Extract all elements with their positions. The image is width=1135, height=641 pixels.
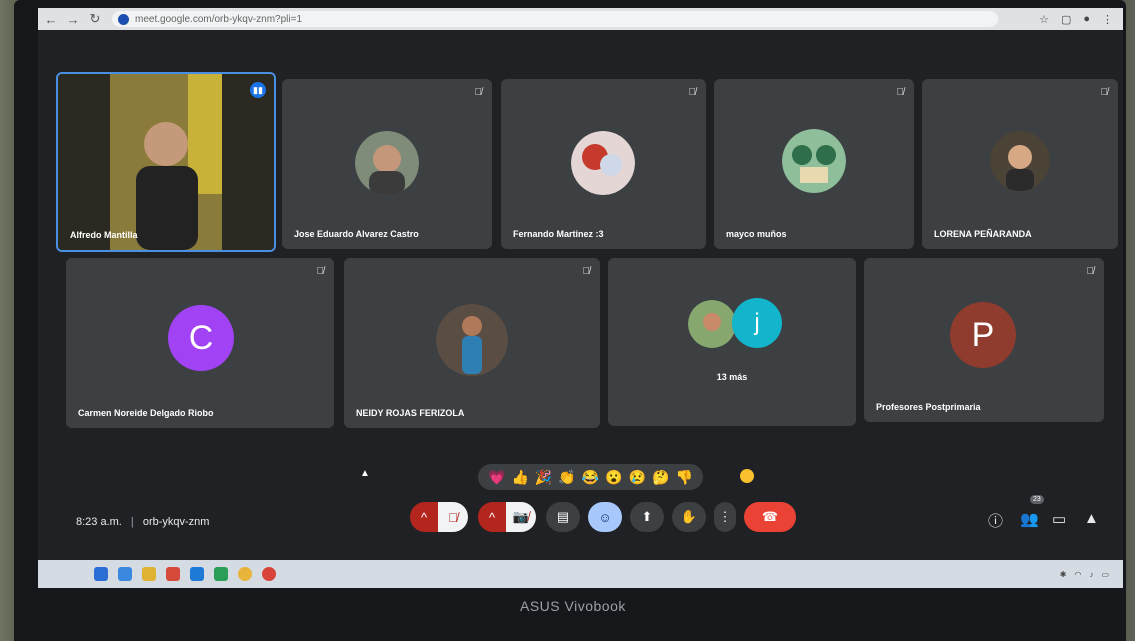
reload-icon[interactable]: ↻ bbox=[86, 10, 104, 28]
reaction-surprised[interactable]: 😮 bbox=[605, 470, 622, 484]
reaction-thinking[interactable]: 🤔 bbox=[652, 470, 669, 484]
participant-tile[interactable]: 🎙̸ LORENA PEÑARANDA bbox=[922, 79, 1118, 249]
reaction-laugh[interactable]: 😂 bbox=[582, 470, 599, 484]
participant-avatar bbox=[688, 300, 736, 348]
more-participants-label: 13 más bbox=[716, 372, 748, 382]
windows-taskbar: ✱ ◠ ♪ ▭ bbox=[38, 560, 1123, 588]
participant-name: mayco muños bbox=[726, 229, 787, 239]
participant-avatar bbox=[782, 129, 846, 193]
meet-stage: ▮▮ Alfredo Mantilla 🎙̸ Jose Eduardo Alva… bbox=[38, 30, 1123, 560]
mic-off-icon: 🎙̸ bbox=[474, 87, 483, 98]
participant-avatar bbox=[355, 131, 419, 195]
mic-off-icon: 🎙̸ bbox=[1100, 87, 1109, 98]
forward-arrow-icon[interactable]: → bbox=[64, 10, 82, 28]
present-screen-button[interactable]: ⬆ bbox=[630, 502, 664, 532]
reactions-button[interactable]: ☺ bbox=[588, 502, 622, 532]
participants-icon[interactable]: 👥 bbox=[1020, 510, 1039, 528]
reactions-bar: 💗 👍 🎉 👏 😂 😮 😢 🤔 👎 bbox=[478, 464, 703, 490]
participant-name: NEIDY ROJAS FERIZOLA bbox=[356, 408, 465, 418]
mic-off-icon: 🎙̸ bbox=[582, 266, 591, 277]
participant-avatar bbox=[571, 131, 635, 195]
back-arrow-icon[interactable]: ← bbox=[42, 10, 60, 28]
speaking-indicator-icon: ▮▮ bbox=[250, 82, 266, 98]
activities-icon[interactable]: ▲ bbox=[1084, 510, 1099, 527]
participant-tile[interactable]: 🎙̸ C Carmen Noreide Delgado Riobo bbox=[66, 258, 334, 428]
participant-video bbox=[58, 74, 274, 250]
chrome-icon[interactable] bbox=[238, 567, 252, 581]
mic-off-icon: 🎙̸ bbox=[896, 87, 905, 98]
reaction-thumbs-down[interactable]: 👎 bbox=[676, 470, 693, 484]
mic-toggle-button[interactable]: 🎙̸ bbox=[438, 502, 468, 532]
bookmark-star-icon[interactable]: ☆ bbox=[1039, 13, 1049, 26]
camera-options-button[interactable]: ^ bbox=[478, 502, 506, 532]
participant-name: Profesores Postprimaria bbox=[876, 402, 981, 412]
reaction-party[interactable]: 🎉 bbox=[535, 470, 552, 484]
bluetooth-icon[interactable]: ✱ bbox=[1060, 570, 1067, 579]
participant-initial-avatar: C bbox=[168, 305, 234, 371]
info-separator: | bbox=[130, 516, 134, 528]
store-icon[interactable] bbox=[190, 567, 204, 581]
raise-hand-button[interactable]: ✋ bbox=[672, 502, 706, 532]
mic-off-icon: 🎙̸ bbox=[688, 87, 697, 98]
browser-toolbar: ← → ↻ meet.google.com/orb-ykqv-znm?pli=1… bbox=[38, 8, 1123, 30]
chrome-icon[interactable] bbox=[262, 567, 276, 581]
laptop-screen: ← → ↻ meet.google.com/orb-ykqv-znm?pli=1… bbox=[38, 8, 1123, 588]
file-explorer-icon[interactable] bbox=[142, 567, 156, 581]
address-bar[interactable]: meet.google.com/orb-ykqv-znm?pli=1 bbox=[112, 11, 998, 27]
participant-count-badge: 23 bbox=[1030, 495, 1044, 504]
participant-name: Alfredo Mantilla bbox=[70, 230, 138, 240]
participant-name: Jose Eduardo Alvarez Castro bbox=[294, 229, 419, 239]
browser-menu-icon[interactable]: ⋮ bbox=[1102, 13, 1113, 26]
more-options-button[interactable]: ⋮ bbox=[714, 502, 736, 532]
mic-off-icon: 🎙̸ bbox=[1086, 266, 1095, 277]
reaction-thumbs-up[interactable]: 👍 bbox=[511, 470, 528, 484]
participant-name: Fernando Martinez :3 bbox=[513, 229, 604, 239]
reaction-clap[interactable]: 👏 bbox=[558, 470, 575, 484]
mic-options-button[interactable]: ^ bbox=[410, 502, 438, 532]
participant-tile[interactable]: 🎙̸ P Profesores Postprimaria bbox=[864, 258, 1104, 422]
clock-time: 8:23 a.m. bbox=[76, 516, 122, 528]
search-icon[interactable] bbox=[118, 567, 132, 581]
reactions-skin-tone-icon[interactable] bbox=[740, 469, 754, 483]
participant-avatar bbox=[990, 131, 1050, 191]
app-icon[interactable] bbox=[214, 567, 228, 581]
url-text: meet.google.com/orb-ykqv-znm?pli=1 bbox=[135, 13, 303, 25]
participant-tile[interactable]: 🎙̸ Jose Eduardo Alvarez Castro bbox=[282, 79, 492, 249]
participant-group-tile[interactable]: j 13 más bbox=[608, 258, 856, 426]
captions-button[interactable]: ▤ bbox=[546, 502, 580, 532]
reaction-heart[interactable]: 💗 bbox=[488, 470, 505, 484]
participant-tile[interactable]: 🎙̸ NEIDY ROJAS FERIZOLA bbox=[344, 258, 600, 428]
system-tray: ✱ ◠ ♪ ▭ bbox=[1060, 570, 1109, 579]
participant-tile[interactable]: ▮▮ Alfredo Mantilla bbox=[56, 72, 276, 252]
participant-tile[interactable]: 🎙̸ Fernando Martinez :3 bbox=[501, 79, 706, 249]
participant-avatar bbox=[436, 304, 508, 376]
participant-name: LORENA PEÑARANDA bbox=[934, 229, 1032, 239]
battery-icon[interactable]: ▭ bbox=[1101, 570, 1109, 579]
participant-tile[interactable]: 🎙̸ mayco muños bbox=[714, 79, 914, 249]
mouse-cursor-icon: ▲ bbox=[360, 468, 370, 479]
mic-off-icon: 🎙̸ bbox=[316, 266, 325, 277]
participant-name: Carmen Noreide Delgado Riobo bbox=[78, 408, 214, 418]
participant-initial-avatar: P bbox=[950, 302, 1016, 368]
laptop-brand: ASUS Vivobook bbox=[520, 598, 626, 614]
app-icon[interactable] bbox=[166, 567, 180, 581]
camera-toggle-button[interactable]: 📷̸ bbox=[506, 502, 536, 532]
wifi-icon[interactable]: ◠ bbox=[1074, 570, 1081, 579]
leave-call-button[interactable]: ☎ bbox=[744, 502, 796, 532]
chat-icon[interactable]: ▭ bbox=[1052, 510, 1066, 528]
extensions-icon[interactable]: ▢ bbox=[1061, 13, 1071, 26]
meeting-info: 8:23 a.m. | orb-ykqv-znm bbox=[76, 516, 209, 528]
profile-icon[interactable]: ● bbox=[1083, 13, 1090, 26]
volume-icon[interactable]: ♪ bbox=[1089, 570, 1093, 579]
meeting-code: orb-ykqv-znm bbox=[142, 516, 210, 528]
start-icon[interactable] bbox=[94, 567, 108, 581]
reaction-sad[interactable]: 😢 bbox=[629, 470, 646, 484]
meeting-details-icon[interactable]: ⓘ bbox=[988, 510, 1003, 531]
participant-initial-avatar: j bbox=[732, 298, 782, 348]
site-favicon-icon bbox=[118, 13, 129, 25]
